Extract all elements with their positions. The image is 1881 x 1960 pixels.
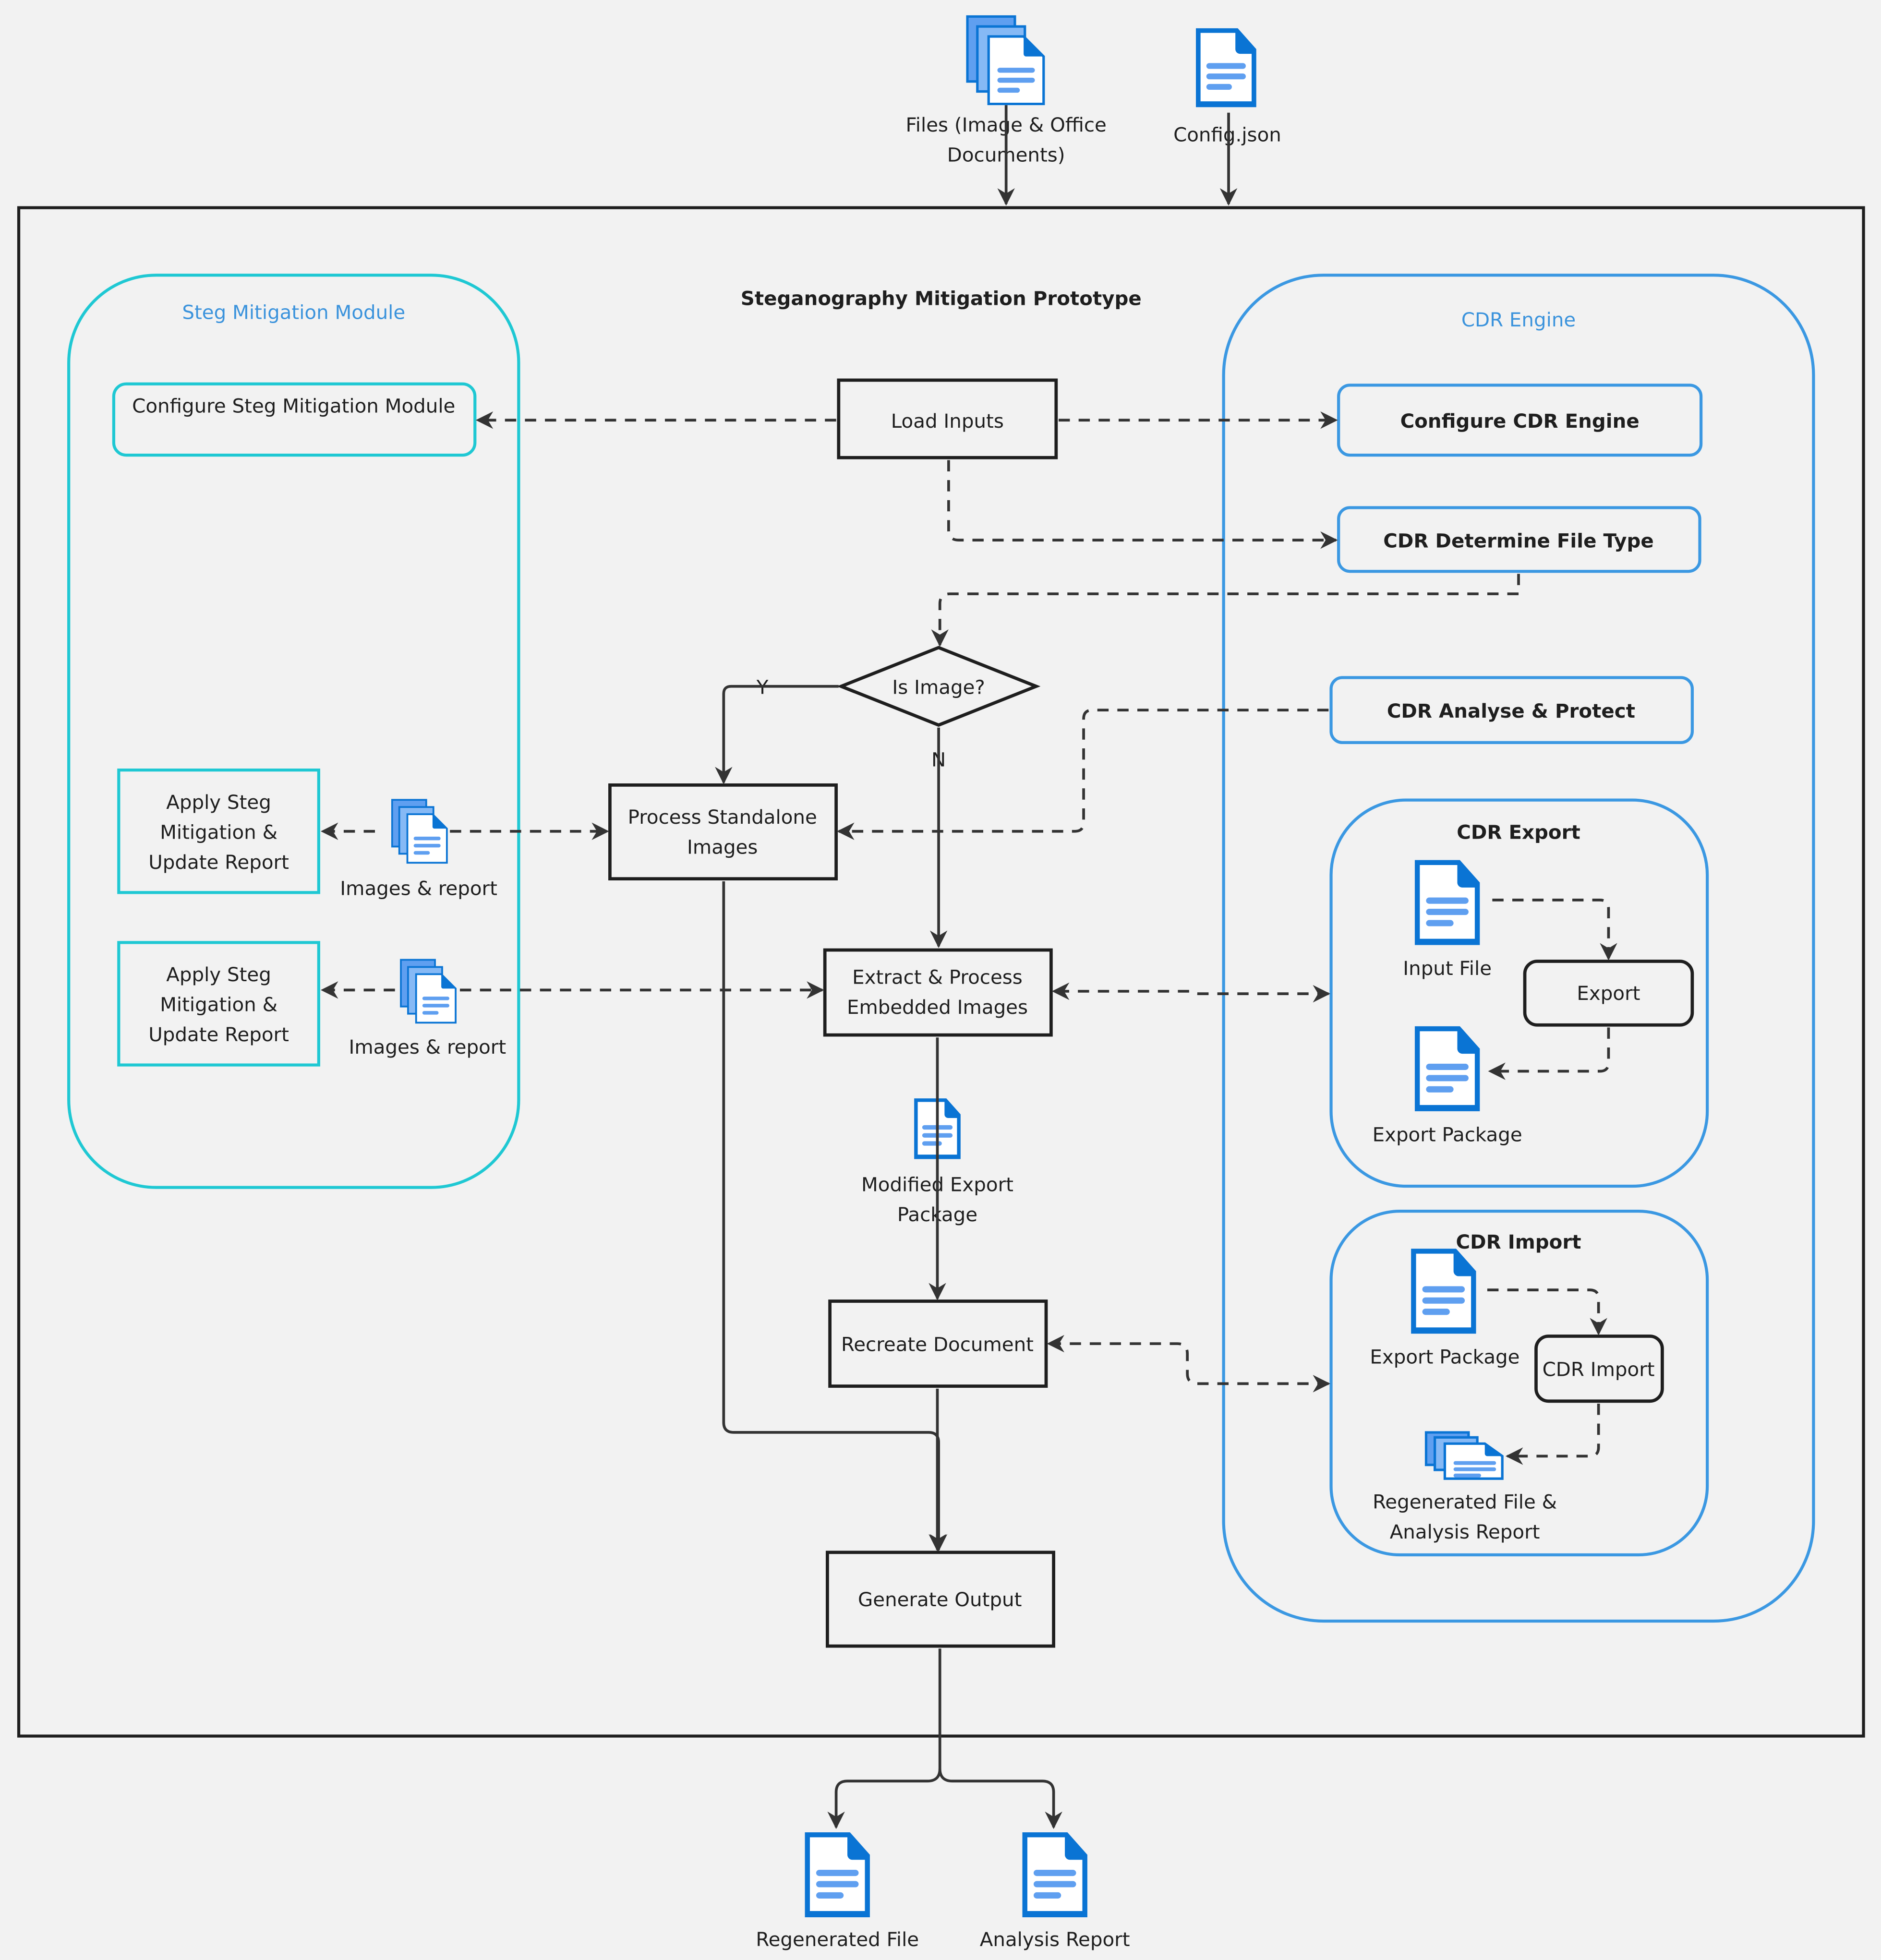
svg-text:Apply Steg: Apply Steg xyxy=(166,963,271,986)
svg-text:Apply Steg: Apply Steg xyxy=(166,791,271,814)
svg-text:Export: Export xyxy=(1577,982,1640,1005)
cdr-engine-container xyxy=(1222,274,1815,1623)
load-inputs-node[interactable]: Load Inputs xyxy=(837,378,1058,459)
cdr-import-title: CDR Import xyxy=(1456,1231,1581,1253)
svg-text:Recreate Document: Recreate Document xyxy=(841,1334,1034,1356)
configure-steg-node[interactable]: Configure Steg Mitigation Module xyxy=(112,382,477,457)
config-icon xyxy=(1196,28,1256,108)
svg-text:Extract & Process: Extract & Process xyxy=(852,966,1023,988)
svg-text:Embedded Images: Embedded Images xyxy=(847,996,1028,1019)
process-standalone-node[interactable]: Process Standalone Images xyxy=(608,783,838,881)
diagram-canvas: Files (Image & Office Documents) Config.… xyxy=(17,0,1865,1951)
svg-text:Configure CDR Engine: Configure CDR Engine xyxy=(1400,410,1640,433)
export-package-icon xyxy=(1414,1026,1480,1111)
svg-text:Update Report: Update Report xyxy=(148,1023,289,1046)
apply-steg-node-1[interactable]: Apply Steg Mitigation & Update Report xyxy=(117,769,320,894)
svg-text:Mitigation &: Mitigation & xyxy=(160,994,277,1016)
export-package-label: Export Package xyxy=(1373,1123,1522,1146)
svg-text:Process Standalone: Process Standalone xyxy=(628,806,817,829)
extract-process-node[interactable]: Extract & Process Embedded Images xyxy=(823,948,1053,1037)
regenerated-file-icon xyxy=(805,1832,870,1917)
diagram-title: Steganography Mitigation Prototype xyxy=(741,288,1142,310)
export-node[interactable]: Export xyxy=(1523,960,1694,1027)
svg-text:Generate Output: Generate Output xyxy=(858,1588,1022,1611)
svg-text:Update Report: Update Report xyxy=(148,851,289,874)
regenerated-label-1: Regenerated File & xyxy=(1373,1491,1557,1514)
cdr-analyse-node[interactable]: CDR Analyse & Protect xyxy=(1329,676,1694,744)
svg-text:CDR Determine File Type: CDR Determine File Type xyxy=(1383,530,1654,553)
input-file-label: Input File xyxy=(1403,957,1492,980)
files-icon xyxy=(967,16,1044,104)
regenerated-label-2: Analysis Report xyxy=(1390,1521,1540,1543)
cdr-engine-title: CDR Engine xyxy=(1461,309,1576,331)
svg-text:Mitigation &: Mitigation & xyxy=(160,821,277,843)
cdr-determine-node[interactable]: CDR Determine File Type xyxy=(1337,506,1701,573)
analysis-report-label: Analysis Report xyxy=(980,1928,1130,1951)
generate-output-node[interactable]: Generate Output xyxy=(826,1551,1055,1648)
steg-module-title: Steg Mitigation Module xyxy=(182,301,405,324)
images-report-label-2: Images & report xyxy=(349,1036,506,1058)
svg-text:Is Image?: Is Image? xyxy=(892,676,985,698)
is-image-decision[interactable]: Is Image? xyxy=(836,646,1041,727)
configure-cdr-node[interactable]: Configure CDR Engine xyxy=(1337,384,1703,457)
regenerated-bundle-icon xyxy=(1426,1432,1502,1479)
images-report-label-1: Images & report xyxy=(340,877,497,900)
cdr-import-node[interactable]: CDR Import xyxy=(1534,1335,1664,1403)
recreate-document-node[interactable]: Recreate Document xyxy=(828,1299,1048,1388)
analysis-report-icon xyxy=(1022,1832,1087,1917)
images-report-icon-1 xyxy=(391,799,448,864)
import-package-label: Export Package xyxy=(1370,1346,1519,1369)
regenerated-file-label: Regenerated File xyxy=(756,1928,919,1951)
images-report-icon-2 xyxy=(400,959,457,1024)
svg-text:CDR Analyse & Protect: CDR Analyse & Protect xyxy=(1387,700,1635,722)
svg-text:CDR Import: CDR Import xyxy=(1543,1359,1655,1381)
svg-text:Configure Steg Mitigation Modu: Configure Steg Mitigation Module xyxy=(132,395,455,418)
apply-steg-node-2[interactable]: Apply Steg Mitigation & Update Report xyxy=(117,941,320,1067)
svg-text:Load Inputs: Load Inputs xyxy=(891,410,1004,433)
input-file-icon xyxy=(1414,860,1480,945)
svg-text:Images: Images xyxy=(687,836,758,859)
import-package-icon xyxy=(1411,1249,1476,1334)
cdr-export-title: CDR Export xyxy=(1457,821,1580,843)
